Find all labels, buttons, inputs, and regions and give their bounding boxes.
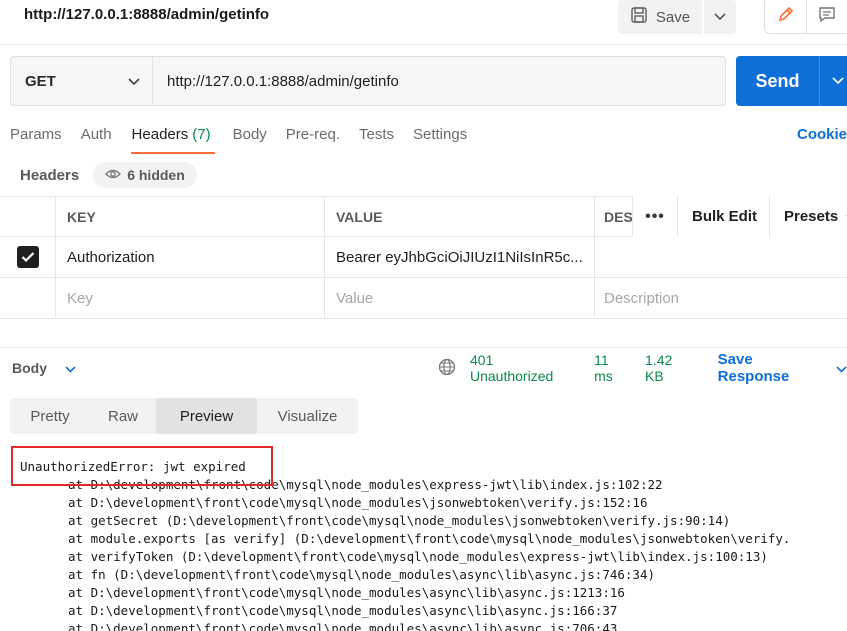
stack-trace-line: at verifyToken (D:\development\front\cod… xyxy=(68,549,768,564)
chevron-down-icon xyxy=(836,360,847,377)
chevron-down-icon xyxy=(128,73,140,90)
hidden-headers-toggle[interactable]: 6 hidden xyxy=(93,162,197,188)
stack-trace-line: at getSecret (D:\development\front\code\… xyxy=(68,513,731,528)
method-label: GET xyxy=(25,72,56,90)
save-options-button[interactable] xyxy=(704,0,736,34)
tab-headers-label: Headers xyxy=(131,126,189,143)
chevron-down-icon xyxy=(65,360,76,376)
side-panel-toggles xyxy=(764,0,847,34)
tab-headers[interactable]: Headers (7) xyxy=(130,118,215,154)
new-description-input[interactable]: Description xyxy=(595,278,847,318)
response-meta: 401 Unauthorized 11 ms 1.42 KB Save Resp… xyxy=(438,351,847,385)
tab-settings[interactable]: Settings xyxy=(413,118,467,154)
checkbox-column-header xyxy=(0,197,56,236)
tab-headers-count: (7) xyxy=(192,126,211,143)
save-group: Save xyxy=(618,0,736,34)
divider xyxy=(0,44,847,45)
hidden-headers-label: 6 hidden xyxy=(127,167,185,183)
send-button[interactable]: Send xyxy=(736,56,820,106)
stack-trace-line: at D:\development\front\code\mysql\node_… xyxy=(68,621,618,631)
send-options-button[interactable] xyxy=(820,56,847,106)
response-body-dropdown[interactable]: Body xyxy=(12,360,76,376)
header-key-cell[interactable]: Authorization xyxy=(56,237,325,277)
tab-pre-request[interactable]: Pre-req. xyxy=(286,118,340,154)
tab-visualize[interactable]: Visualize xyxy=(257,398,358,434)
more-options-icon[interactable]: ••• xyxy=(633,208,677,226)
new-key-input[interactable]: Key xyxy=(56,278,325,318)
table-header-actions: ••• Bulk Edit Presets xyxy=(632,196,847,237)
status-badge[interactable]: 401 Unauthorized xyxy=(470,352,580,384)
response-time[interactable]: 11 ms xyxy=(594,352,631,384)
save-response-label: Save Response xyxy=(717,351,790,385)
cookies-link[interactable]: Cookie xyxy=(797,126,847,143)
eye-icon xyxy=(105,167,122,183)
send-button-group: Send xyxy=(736,56,847,106)
globe-icon[interactable] xyxy=(438,358,456,379)
stack-trace-line: at D:\development\front\code\mysql\node_… xyxy=(68,585,625,600)
chevron-down-icon xyxy=(832,72,844,90)
stack-trace-line: at fn (D:\development\front\code\mysql\n… xyxy=(68,567,655,582)
response-bar: Body 401 Unauthorized 11 ms 1.42 KB Save… xyxy=(12,351,847,385)
method-select[interactable]: GET xyxy=(11,57,153,105)
tab-preview[interactable]: Preview xyxy=(156,398,257,434)
presets-dropdown[interactable]: Presets xyxy=(769,196,847,237)
save-button[interactable]: Save xyxy=(618,0,702,34)
header-description-cell[interactable] xyxy=(595,237,847,277)
divider xyxy=(0,347,847,348)
presets-label: Presets xyxy=(784,208,839,225)
response-view-tabs: Pretty Raw Preview Visualize xyxy=(10,398,358,434)
pencil-icon xyxy=(776,4,796,29)
bulk-edit-button[interactable]: Bulk Edit xyxy=(677,196,769,237)
tab-auth[interactable]: Auth xyxy=(81,118,112,154)
row-enable-checkbox[interactable] xyxy=(16,246,39,268)
save-label: Save xyxy=(655,8,691,26)
headers-label: Headers xyxy=(20,166,80,184)
response-body-label: Body xyxy=(12,360,47,376)
save-response-button[interactable]: Save Response xyxy=(718,351,847,385)
stack-trace-line: at D:\development\front\code\mysql\node_… xyxy=(68,603,618,618)
row-enable-cell xyxy=(0,237,56,277)
row-enable-cell xyxy=(0,278,56,318)
tab-tests[interactable]: Tests xyxy=(359,118,394,154)
tab-params[interactable]: Params xyxy=(10,118,62,154)
tab-body[interactable]: Body xyxy=(233,118,267,154)
comment-icon xyxy=(817,4,837,29)
url-input[interactable]: http://127.0.0.1:8888/admin/getinfo xyxy=(153,57,725,105)
comments-button[interactable] xyxy=(806,0,847,33)
table-row: Authorization Bearer eyJhbGciOiJIUzI1NiI… xyxy=(0,237,847,278)
request-title: http://127.0.0.1:8888/admin/getinfo xyxy=(24,6,270,23)
stack-trace-line: at module.exports [as verify] (D:\develo… xyxy=(68,531,791,546)
column-header-value: VALUE xyxy=(325,197,595,236)
header-value-text: Bearer eyJhbGciOiJIUzI1NiIsInR5c... xyxy=(336,248,583,266)
tab-pretty[interactable]: Pretty xyxy=(10,398,90,434)
save-icon xyxy=(630,6,648,28)
url-bar: GET http://127.0.0.1:8888/admin/getinfo xyxy=(10,56,726,106)
error-highlight-box xyxy=(11,446,273,486)
new-value-input[interactable]: Value xyxy=(325,278,595,318)
table-row-new: Key Value Description xyxy=(0,278,847,319)
header-value-cell[interactable]: Bearer eyJhbGciOiJIUzI1NiIsInR5c... xyxy=(325,237,595,277)
stack-trace-line: at D:\development\front\code\mysql\node_… xyxy=(68,495,648,510)
response-size[interactable]: 1.42 KB xyxy=(645,352,695,384)
chevron-down-icon xyxy=(714,8,726,26)
tab-raw[interactable]: Raw xyxy=(90,398,156,434)
headers-subbar: Headers 6 hidden xyxy=(20,162,197,188)
edit-button[interactable] xyxy=(765,0,806,33)
column-header-key: KEY xyxy=(56,197,325,236)
request-tabs: Params Auth Headers (7) Body Pre-req. Te… xyxy=(10,118,486,156)
